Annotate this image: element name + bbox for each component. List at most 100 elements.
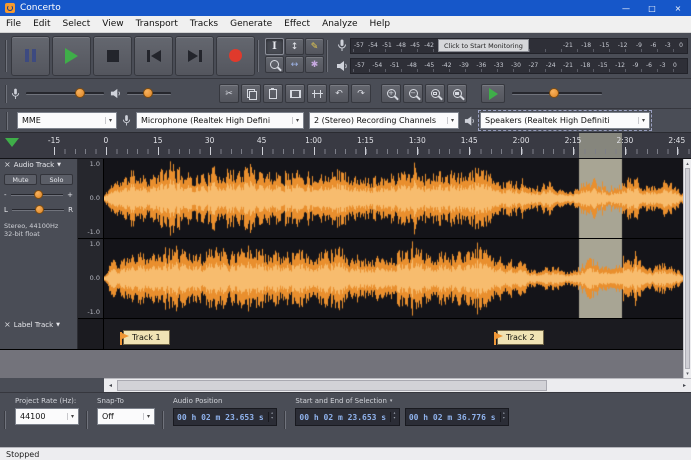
- slider-thumb[interactable]: [34, 190, 44, 199]
- menu-select[interactable]: Select: [57, 17, 97, 31]
- snap-to-dropdown[interactable]: Off ▾: [97, 408, 155, 425]
- toolbar-grip[interactable]: [4, 411, 8, 429]
- selection-range-label[interactable]: Start and End of Selection ▾: [295, 397, 509, 405]
- slider-thumb[interactable]: [549, 88, 560, 98]
- close-button[interactable]: ×: [665, 0, 691, 16]
- close-track-icon[interactable]: ×: [4, 321, 11, 329]
- pan-slider[interactable]: [11, 205, 65, 215]
- zoom-tool-button[interactable]: [265, 56, 284, 73]
- close-track-icon[interactable]: ×: [4, 161, 11, 169]
- zoom-in-button[interactable]: +: [381, 84, 401, 103]
- audio-host-dropdown[interactable]: MME ▾: [17, 112, 117, 129]
- skip-to-start-button[interactable]: [134, 35, 173, 76]
- spinner-icon[interactable]: ▴ ▾: [267, 411, 273, 422]
- menu-effect[interactable]: Effect: [278, 17, 316, 31]
- play-button[interactable]: [52, 35, 91, 76]
- play-speed-slider[interactable]: [510, 88, 604, 99]
- menu-view[interactable]: View: [96, 17, 129, 31]
- waveform-channel-1[interactable]: [104, 159, 683, 238]
- audio-position-display[interactable]: 00 h 02 m 23.653 s ▴ ▾: [173, 408, 278, 426]
- playback-meter[interactable]: -57 -54 -51 -48 -45 -42 -39 -36 -33 -30 -27 -24 -21-…: [336, 57, 688, 75]
- scroll-down-icon[interactable]: ▾: [684, 369, 691, 378]
- toolbar-grip[interactable]: [6, 111, 10, 130]
- pause-button[interactable]: [11, 35, 50, 76]
- spinner-icon[interactable]: ▴ ▾: [499, 411, 505, 422]
- menu-tracks[interactable]: Tracks: [184, 17, 224, 31]
- menu-generate[interactable]: Generate: [224, 17, 278, 31]
- copy-button[interactable]: [241, 84, 261, 103]
- paste-button[interactable]: [263, 84, 283, 103]
- playback-meter-bar[interactable]: -57 -54 -51 -48 -45 -42 -39 -36 -33 -30 -27 -24 -21-…: [350, 57, 688, 74]
- selection-start-display[interactable]: 00 h 02 m 23.653 s ▴ ▾: [295, 408, 400, 426]
- mute-button[interactable]: Mute: [4, 174, 37, 185]
- toolbar-grip[interactable]: [86, 411, 90, 429]
- play-at-speed-button[interactable]: [481, 84, 505, 103]
- waveform-channel-2[interactable]: [104, 239, 683, 318]
- playback-device-dropdown[interactable]: Speakers (Realtek High Definiti ▾: [478, 110, 652, 131]
- zoom-out-button[interactable]: −: [403, 84, 423, 103]
- titlebar[interactable]: Concerto — □ ×: [0, 0, 691, 16]
- multi-tool-button[interactable]: ✱: [305, 56, 324, 73]
- menu-analyze[interactable]: Analyze: [316, 17, 363, 31]
- toolbar-grip[interactable]: [162, 411, 166, 429]
- recording-meter-bar[interactable]: -57 -54 -51 -48 -45 -42 Click to Start Monito…: [350, 37, 688, 54]
- horizontal-scrollbar[interactable]: ◂ ▸: [104, 378, 691, 392]
- cut-button[interactable]: ✂: [219, 84, 239, 103]
- scroll-right-icon[interactable]: ▸: [678, 379, 691, 392]
- toolbar-grip[interactable]: [284, 411, 289, 429]
- slider-thumb[interactable]: [74, 88, 85, 98]
- menu-edit[interactable]: Edit: [27, 17, 56, 31]
- menu-file[interactable]: File: [0, 17, 27, 31]
- redo-button[interactable]: ↷: [351, 84, 371, 103]
- trim-audio-button[interactable]: [285, 84, 305, 103]
- slider-thumb[interactable]: [35, 205, 45, 214]
- label-track-content[interactable]: Track 1 Track 2: [104, 319, 683, 349]
- start-monitoring-button[interactable]: Click to Start Monitoring: [438, 39, 529, 52]
- toolbar-grip[interactable]: [5, 39, 9, 72]
- label-marker-1[interactable]: Track 1: [120, 330, 170, 345]
- fit-selection-button[interactable]: [425, 84, 445, 103]
- toolbar-grip[interactable]: [5, 84, 9, 103]
- toolbar-grip[interactable]: [326, 39, 330, 72]
- envelope-tool-button[interactable]: ↕: [285, 38, 304, 55]
- silence-audio-button[interactable]: [307, 84, 327, 103]
- selection-end-display[interactable]: 00 h 02 m 36.776 s ▴ ▾: [404, 408, 510, 426]
- menu-help[interactable]: Help: [364, 17, 397, 31]
- scroll-up-icon[interactable]: ▴: [684, 159, 691, 168]
- project-rate-dropdown[interactable]: 44100 ▾: [15, 408, 79, 425]
- record-button[interactable]: [216, 35, 255, 76]
- flag-icon: [494, 332, 503, 345]
- label-text[interactable]: Track 1: [123, 330, 170, 345]
- selection-tool-button[interactable]: I: [265, 38, 284, 55]
- recording-channels-dropdown[interactable]: 2 (Stereo) Recording Channels ▾: [309, 112, 459, 129]
- recording-meter[interactable]: -57 -54 -51 -48 -45 -42 Click to Start Monito…: [336, 37, 688, 55]
- stop-button[interactable]: [93, 35, 132, 76]
- vertical-scale-ruler[interactable]: 1.0 0.0 -1.0 1.0 0.0 -1.0: [78, 159, 104, 319]
- gain-slider[interactable]: [10, 190, 65, 200]
- timeline-ruler[interactable]: -15 0 15 30 45 1:00 1:15 1:30 1:45 2:00 2:15 2:30 2:…: [0, 133, 691, 159]
- playback-volume-slider[interactable]: [125, 88, 173, 99]
- slider-thumb[interactable]: [143, 88, 154, 98]
- recording-volume-slider[interactable]: [24, 88, 106, 99]
- toolbar-grip[interactable]: [257, 39, 261, 72]
- menu-transport[interactable]: Transport: [130, 17, 184, 31]
- label-text[interactable]: Track 2: [497, 330, 544, 345]
- scroll-left-icon[interactable]: ◂: [104, 379, 117, 392]
- vertical-scroll-thumb[interactable]: [685, 168, 690, 369]
- label-marker-2[interactable]: Track 2: [494, 330, 544, 345]
- time-shift-tool-button[interactable]: ↔: [285, 56, 304, 73]
- solo-button[interactable]: Solo: [40, 174, 73, 185]
- vertical-scrollbar[interactable]: ▴ ▾: [683, 159, 691, 378]
- minimize-button[interactable]: —: [613, 0, 639, 16]
- track-menu-icon[interactable]: ▼: [57, 162, 61, 168]
- skip-to-end-button[interactable]: [175, 35, 214, 76]
- spinner-icon[interactable]: ▴ ▾: [390, 411, 396, 422]
- horizontal-scroll-thumb[interactable]: [117, 380, 547, 391]
- fit-project-button[interactable]: [447, 84, 467, 103]
- maximize-button[interactable]: □: [639, 0, 665, 16]
- timeline-playhead-icon[interactable]: [5, 138, 19, 147]
- undo-button[interactable]: ↶: [329, 84, 349, 103]
- track-menu-icon[interactable]: ▼: [56, 322, 60, 328]
- draw-tool-button[interactable]: ✎: [305, 38, 324, 55]
- recording-device-dropdown[interactable]: Microphone (Realtek High Defini ▾: [136, 112, 304, 129]
